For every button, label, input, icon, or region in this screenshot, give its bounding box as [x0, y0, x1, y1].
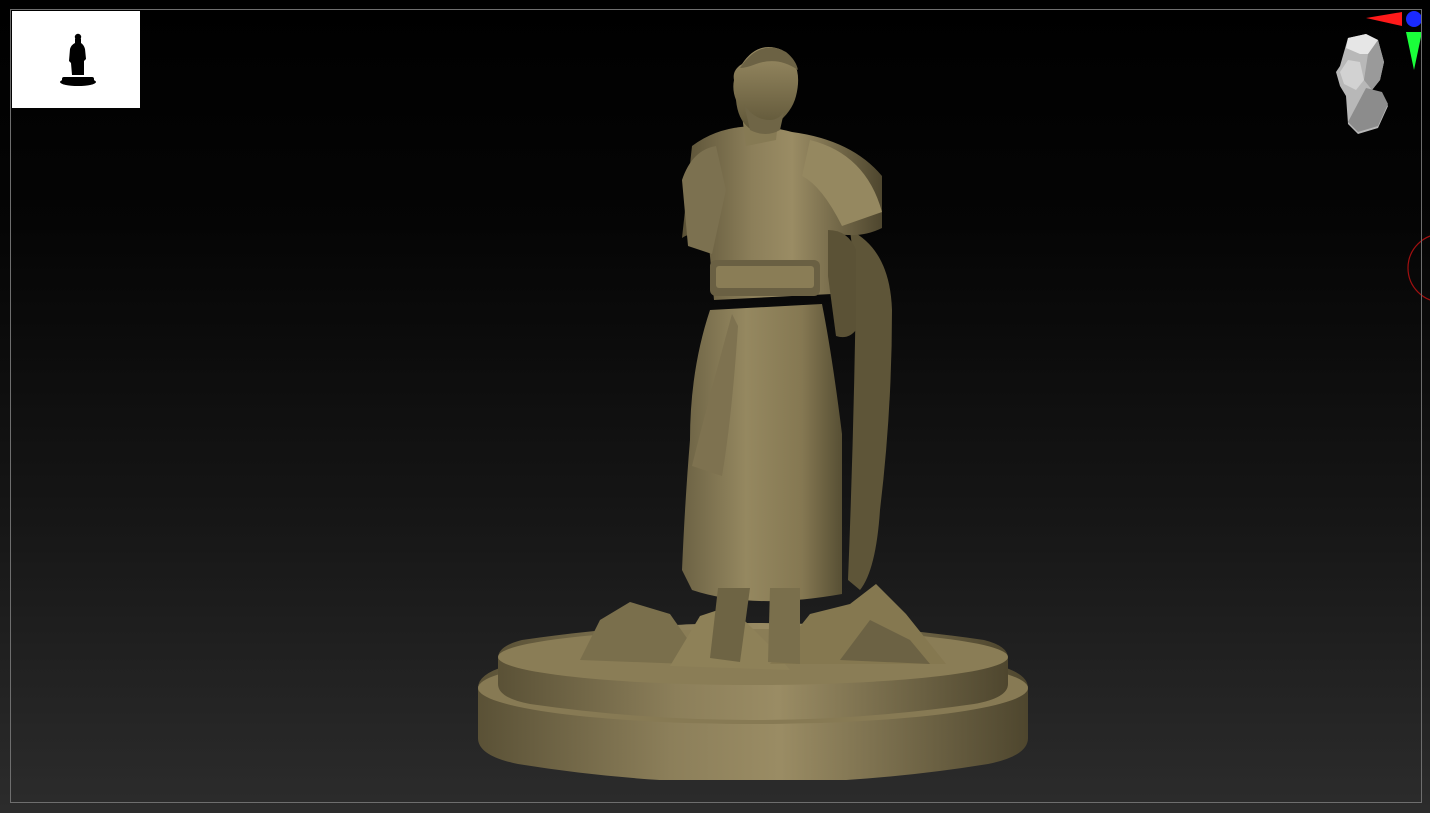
orientation-gizmo[interactable] — [1318, 8, 1428, 138]
orientation-head-icon — [1336, 34, 1388, 134]
navigator-thumbnail[interactable] — [12, 11, 140, 108]
rotation-circle-icon[interactable] — [1406, 232, 1430, 304]
statue-model[interactable] — [470, 40, 1040, 780]
3d-viewport[interactable] — [0, 0, 1430, 813]
x-axis-arrow-icon — [1366, 12, 1402, 26]
y-axis-arrow-icon — [1406, 32, 1422, 70]
z-axis-dot-icon — [1406, 11, 1422, 27]
figure-silhouette-icon — [60, 33, 96, 86]
